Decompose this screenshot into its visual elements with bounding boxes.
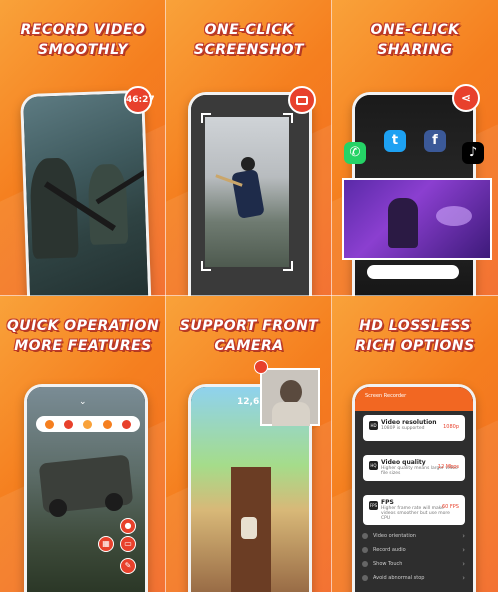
menu-item-show-touch[interactable]: Show Touch › — [362, 560, 465, 568]
runner-character — [241, 517, 257, 539]
tools-button[interactable]: ✎ — [120, 558, 136, 574]
player-body — [231, 169, 265, 219]
chevron-right-icon: › — [462, 560, 465, 568]
floating-toolbar — [36, 416, 140, 432]
panel-caption: QUICK OPERATION MORE FEATURES — [6, 318, 160, 354]
wheel — [49, 499, 67, 517]
menu-item-record-audio[interactable]: Record audio › — [362, 546, 465, 554]
tools-icon[interactable] — [102, 419, 112, 429]
panel-divider — [165, 0, 166, 592]
camera-icon — [296, 96, 308, 105]
record-timer-badge[interactable]: 46:27 — [124, 86, 155, 114]
promo-panel-front-camera: SUPPORT FRONT CAMERA 12,636 — [166, 296, 332, 592]
grid-button[interactable]: ▦ — [98, 536, 114, 552]
setting-video-quality[interactable]: HQ Video quality Higher quality means la… — [363, 455, 465, 481]
promo-panel-screenshot: ONE-CLICK SCREENSHOT — [166, 0, 332, 296]
screenshot-camera-button[interactable] — [288, 86, 316, 114]
character-figure — [388, 198, 418, 248]
baseball-photo — [205, 117, 289, 267]
app-title: Screen Recorder — [365, 393, 407, 399]
twitter-icon[interactable]: t — [384, 130, 406, 152]
record-button[interactable]: ● — [120, 518, 136, 534]
camera-button[interactable]: ▭ — [120, 536, 136, 552]
panel-divider — [0, 295, 498, 296]
player-helmet — [241, 157, 255, 171]
menu-item-avoid-abnormal-stop[interactable]: Avoid abnormal stop › — [362, 574, 465, 582]
phone-mockup — [188, 92, 312, 296]
settings-screen: Screen Recorder HD Video resolution 1080… — [355, 387, 473, 592]
panel-divider — [331, 0, 332, 592]
panel-caption: ONE-CLICK SCREENSHOT — [193, 22, 305, 58]
orientation-icon — [362, 533, 368, 539]
setting-fps[interactable]: FPS FPS Higher frame rate will make vide… — [363, 495, 465, 525]
audio-icon — [362, 547, 368, 553]
promo-panel-record-video: RECORD VIDEO SMOOTHLY 46:27 — [0, 0, 166, 296]
record-icon[interactable] — [45, 419, 55, 429]
shared-game-image — [342, 178, 492, 260]
panel-caption: SUPPORT FRONT CAMERA — [179, 318, 319, 354]
hd-icon: HD — [369, 421, 378, 430]
panel-caption: HD LOSSLESS RICH OPTIONS — [355, 318, 475, 354]
phone-mockup — [20, 89, 152, 296]
chevron-right-icon: › — [462, 532, 465, 540]
touch-icon — [362, 561, 368, 567]
phone-mockup: Screen Recorder HD Video resolution 1080… — [352, 384, 476, 592]
fps-icon: FPS — [369, 501, 378, 510]
wheel — [105, 493, 123, 511]
shield-icon — [362, 575, 368, 581]
chevron-down-icon[interactable]: ⌄ — [79, 397, 87, 407]
search-bar[interactable] — [367, 265, 459, 279]
soldier-figure — [87, 163, 129, 245]
close-icon[interactable] — [121, 419, 131, 429]
whatsapp-icon[interactable]: ✆ — [344, 142, 366, 164]
facebook-icon[interactable]: f — [424, 130, 446, 152]
panel-caption: ONE-CLICK SHARING — [370, 22, 460, 58]
share-button[interactable]: ⋖ — [452, 84, 480, 112]
promo-panel-quick-operation: QUICK OPERATION MORE FEATURES ⌄ ● ▦ ▭ ✎ — [0, 296, 166, 592]
share-icon: ⋖ — [460, 91, 472, 105]
person-body — [272, 402, 310, 426]
promo-panel-hd-options: HD LOSSLESS RICH OPTIONS Screen Recorder… — [332, 296, 498, 592]
soldier-figure — [29, 157, 79, 259]
chevron-right-icon: › — [462, 546, 465, 554]
game-screen — [23, 93, 150, 296]
stop-icon[interactable] — [64, 419, 74, 429]
panel-caption: RECORD VIDEO SMOOTHLY — [20, 22, 146, 58]
app-header: Screen Recorder — [355, 387, 473, 411]
chevron-right-icon: › — [462, 574, 465, 582]
promo-panel-sharing: ONE-CLICK SHARING ✆ t f ♪ ⋖ — [332, 0, 498, 296]
setting-video-resolution[interactable]: HD Video resolution 1080P is supported 1… — [363, 415, 465, 441]
person-face — [280, 380, 302, 404]
grid-icon[interactable] — [83, 419, 93, 429]
camera-close-icon[interactable] — [254, 360, 268, 374]
quality-icon: HQ — [369, 461, 378, 470]
menu-item-video-orientation[interactable]: Video orientation › — [362, 532, 465, 540]
tiktok-icon[interactable]: ♪ — [462, 142, 484, 164]
magic-effect — [436, 206, 472, 226]
front-camera-window[interactable] — [260, 368, 320, 426]
